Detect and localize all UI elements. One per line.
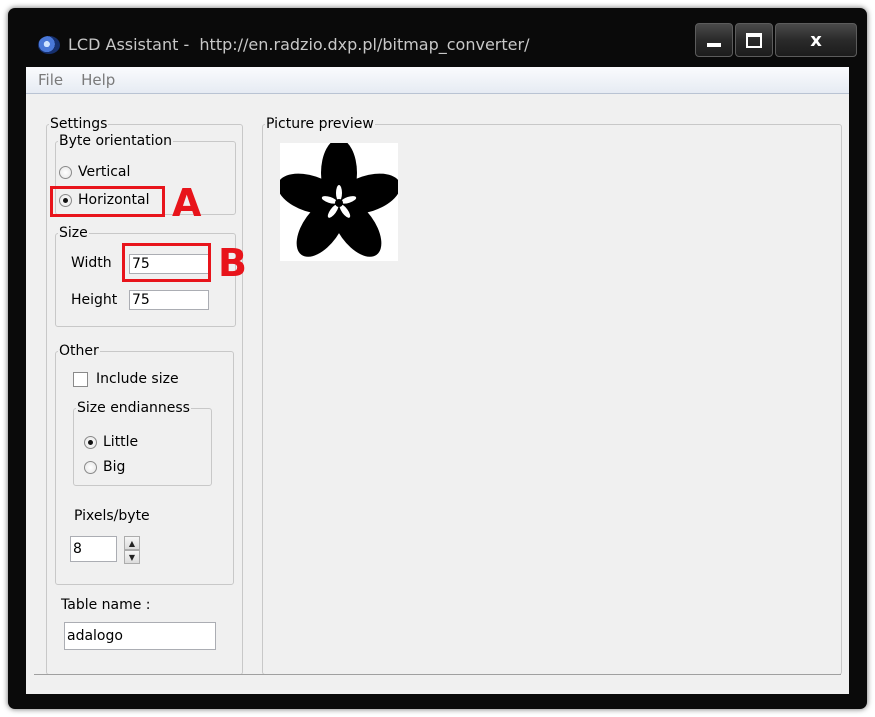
minimize-icon: [707, 43, 721, 47]
radio-big-label: Big: [103, 459, 126, 475]
maximize-button[interactable]: [735, 23, 773, 57]
pixels-per-byte-label: Pixels/byte: [74, 508, 150, 524]
annotation-box-a: [50, 186, 165, 217]
spin-up-button[interactable]: ▲: [124, 536, 140, 550]
height-label: Height: [71, 292, 118, 308]
annotation-label-a: A: [172, 181, 202, 225]
close-icon: x: [810, 29, 822, 51]
include-size-box: [73, 371, 88, 387]
height-input[interactable]: 75: [129, 290, 209, 310]
width-label: Width: [71, 255, 112, 271]
caption-buttons: x: [695, 23, 859, 57]
app-icon[interactable]: [38, 36, 60, 54]
byte-orientation-legend: Byte orientation: [59, 133, 173, 149]
radio-little[interactable]: Little: [84, 434, 138, 450]
spin-down-button[interactable]: ▼: [124, 550, 140, 564]
include-size-label: Include size: [96, 371, 179, 387]
flower-logo-icon: [277, 139, 401, 261]
radio-vertical[interactable]: Vertical: [59, 164, 130, 180]
app-window: LCD Assistant - http://en.radzio.dxp.pl/…: [8, 8, 867, 709]
table-name-label: Table name :: [61, 597, 151, 613]
menu-bar: File Help: [26, 67, 849, 94]
radio-little-label: Little: [103, 434, 139, 450]
menu-file[interactable]: File: [32, 71, 69, 89]
radio-vertical-icon: [59, 165, 72, 179]
radio-big-icon: [84, 460, 97, 474]
window-title: LCD Assistant - http://en.radzio.dxp.pl/…: [68, 35, 530, 54]
client-area: Settings Byte orientation Vertical Horiz…: [26, 94, 849, 694]
size-endianness-legend: Size endianness: [77, 400, 190, 416]
status-divider: [34, 674, 841, 675]
table-name-input[interactable]: adalogo: [64, 622, 216, 650]
picture-preview-legend: Picture preview: [266, 116, 374, 132]
annotation-box-b: [122, 243, 211, 282]
title-bar[interactable]: LCD Assistant - http://en.radzio.dxp.pl/…: [8, 8, 867, 68]
settings-legend: Settings: [50, 116, 108, 132]
radio-big[interactable]: Big: [84, 459, 125, 475]
radio-vertical-label: Vertical: [78, 164, 131, 180]
menu-help[interactable]: Help: [75, 71, 121, 89]
size-legend: Size: [59, 225, 88, 241]
annotation-label-b: B: [218, 241, 247, 285]
radio-little-icon: [84, 435, 97, 449]
other-legend: Other: [59, 343, 99, 359]
close-button[interactable]: x: [775, 23, 857, 57]
include-size-checkbox[interactable]: Include size: [73, 371, 179, 387]
pixels-per-byte-input[interactable]: 8: [70, 536, 117, 562]
minimize-button[interactable]: [695, 23, 733, 57]
maximize-icon: [746, 32, 762, 48]
